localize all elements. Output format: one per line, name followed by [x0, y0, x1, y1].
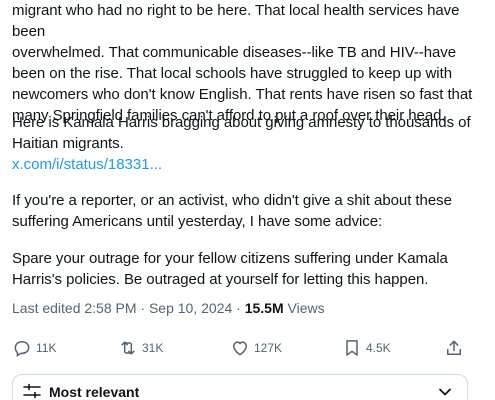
bookmark-icon — [346, 340, 358, 356]
bookmark-button[interactable]: 4.5K — [342, 336, 391, 360]
bookmark-count: 4.5K — [366, 341, 391, 355]
action-bar: 11K 31K 127K 4.5K — [12, 336, 468, 360]
reply-count: 11K — [36, 341, 57, 355]
sort-label: Most relevant — [49, 384, 140, 400]
post-paragraph-2: Here is Kamala Harris bragging about giv… — [12, 114, 471, 152]
reply-sort-dropdown[interactable]: Most relevant — [12, 374, 468, 400]
heart-icon — [233, 341, 247, 356]
views-label: Views — [283, 300, 325, 316]
repost-icon — [121, 341, 135, 355]
post-paragraph-4: Spare your outrage for your fellow citiz… — [12, 250, 448, 288]
chevron-down-icon — [439, 388, 451, 396]
reply-icon — [14, 340, 30, 357]
post-paragraph-3: If you're a reporter, or an activist, wh… — [12, 192, 452, 230]
reply-button[interactable]: 11K — [12, 336, 56, 360]
share-button[interactable] — [444, 336, 464, 360]
like-button[interactable]: 127K — [230, 336, 282, 360]
like-count: 127K — [254, 341, 283, 355]
views-count: 15.5M — [244, 300, 284, 316]
repost-count: 31K — [142, 341, 164, 355]
repost-button[interactable]: 31K — [118, 336, 163, 360]
share-icon — [447, 340, 461, 355]
post-paragraph-1: migrant who had no right to be here. Tha… — [12, 2, 473, 124]
post-link[interactable]: x.com/i/status/18331... — [12, 154, 162, 175]
post-meta: Last edited 2:58 PM · Sep 10, 2024 · 15.… — [12, 298, 325, 318]
sliders-icon — [23, 383, 41, 399]
edited-timestamp[interactable]: Last edited 2:58 PM · Sep 10, 2024 · — [12, 300, 245, 316]
